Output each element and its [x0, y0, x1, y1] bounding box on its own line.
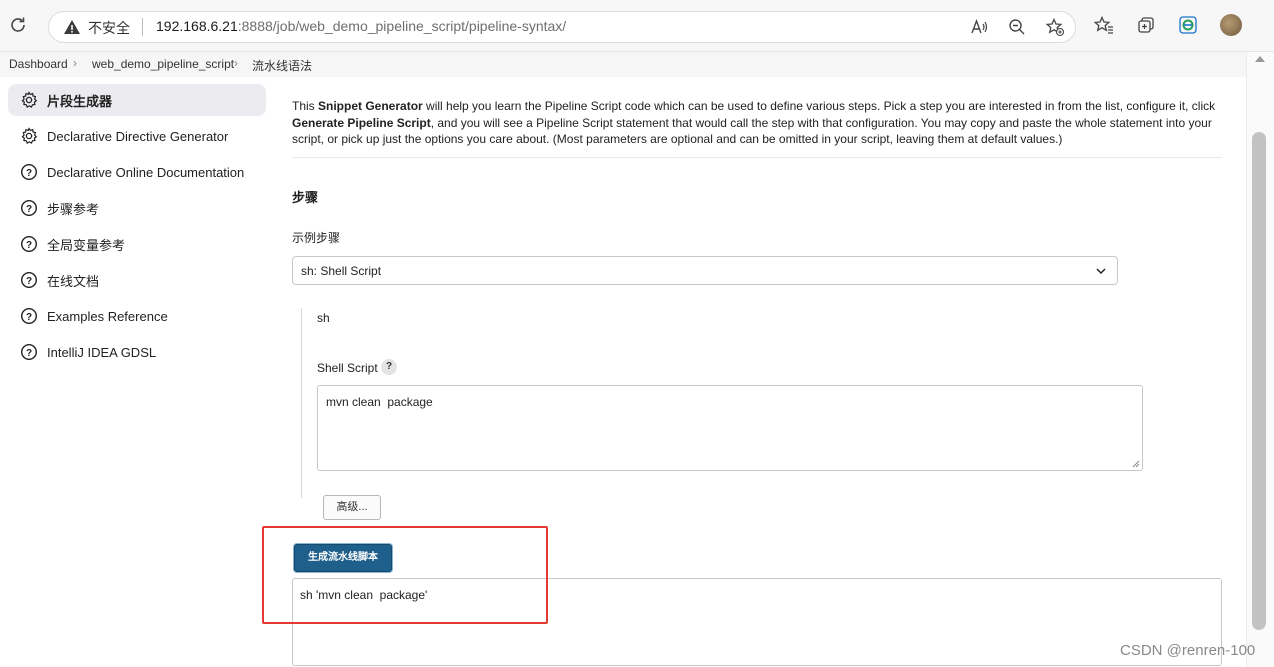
profile-avatar[interactable]: [1220, 14, 1242, 36]
sidebar-item-declarative-online-documentation[interactable]: ? Declarative Online Documentation: [8, 156, 266, 188]
intro-text: This: [292, 99, 319, 113]
help-circle-icon: ?: [20, 199, 38, 217]
intro-bold-snippet-generator: Snippet Generator: [318, 99, 423, 113]
sidebar-item-label: IntelliJ IDEA GDSL: [47, 344, 157, 360]
sample-step-select[interactable]: sh: Shell Script: [292, 256, 1118, 285]
sidebar: 片段生成器 Declarative Directive Generator ? …: [8, 84, 266, 372]
browser-actions: [1094, 14, 1242, 36]
breadcrumb: Dashboard › web_demo_pipeline_script › 流…: [0, 52, 1246, 77]
step-name: sh: [317, 311, 330, 325]
sidebar-item-steps-reference[interactable]: ? 步骤参考: [8, 192, 266, 224]
sample-step-selected-value: sh: Shell Script: [301, 264, 382, 278]
svg-text:?: ?: [26, 240, 32, 251]
page-scrollbar[interactable]: [1246, 52, 1274, 667]
sidebar-item-snippet-generator[interactable]: 片段生成器: [8, 84, 266, 116]
watermark: CSDN @renren-100: [1120, 642, 1256, 659]
address-bar-actions: [969, 17, 1065, 37]
annotation-highlight-box: [262, 526, 548, 624]
scroll-up-icon[interactable]: [1255, 56, 1265, 62]
breadcrumb-chevron-icon: ›: [73, 56, 77, 70]
intro-description: This Snippet Generator will help you lea…: [292, 98, 1222, 148]
shell-script-value: mvn clean package: [326, 395, 433, 409]
svg-text:?: ?: [26, 348, 32, 359]
shell-script-textarea[interactable]: mvn clean package: [317, 385, 1143, 471]
edge-icon[interactable]: [1178, 15, 1198, 35]
sidebar-item-label: Declarative Online Documentation: [47, 164, 245, 180]
scrollbar-thumb[interactable]: [1252, 132, 1266, 630]
svg-text:?: ?: [26, 312, 32, 323]
help-circle-icon: ?: [20, 271, 38, 289]
help-circle-icon: ?: [20, 235, 38, 253]
breadcrumb-pipeline-syntax[interactable]: 流水线语法: [252, 57, 312, 74]
intro-bold-generate-pipeline-script: Generate Pipeline Script: [292, 115, 431, 130]
help-circle-icon: ?: [20, 307, 38, 325]
sidebar-item-label: 在线文档: [47, 273, 100, 289]
read-aloud-icon[interactable]: [969, 17, 989, 37]
sidebar-item-label: 片段生成器: [47, 93, 113, 109]
not-secure-label: 不安全: [88, 20, 130, 36]
browser-toolbar: 不安全 192.168.6.21:8888/job/web_demo_pipel…: [0, 0, 1274, 52]
intro-text: , and you will see a Pipeline Script sta…: [292, 115, 1212, 147]
shell-script-label: Shell Script: [317, 361, 378, 375]
breadcrumb-chevron-icon: ›: [234, 56, 238, 70]
sample-step-label: 示例步骤: [292, 231, 341, 245]
sidebar-item-label: 全局变量参考: [47, 237, 126, 253]
address-divider: [142, 18, 143, 36]
svg-text:?: ?: [26, 204, 32, 215]
steps-section-title: 步骤: [292, 190, 319, 205]
sidebar-item-label: Declarative Directive Generator: [47, 128, 229, 144]
help-circle-icon: ?: [20, 163, 38, 181]
breadcrumb-job[interactable]: web_demo_pipeline_script: [92, 57, 234, 71]
resize-handle-icon[interactable]: [1132, 460, 1140, 468]
favorites-icon[interactable]: [1094, 15, 1114, 35]
sidebar-item-label: 步骤参考: [47, 201, 100, 217]
advanced-button[interactable]: 高级...: [323, 495, 381, 520]
reload-icon[interactable]: [8, 15, 28, 35]
warning-icon[interactable]: [63, 18, 81, 36]
help-button[interactable]: ?: [381, 359, 397, 375]
sidebar-item-global-variables-reference[interactable]: ? 全局变量参考: [8, 228, 266, 260]
url-host: 192.168.6.21: [156, 18, 238, 34]
gear-icon: [21, 91, 38, 108]
address-bar[interactable]: 不安全 192.168.6.21:8888/job/web_demo_pipel…: [48, 11, 1076, 43]
sidebar-item-label: Examples Reference: [47, 308, 168, 324]
add-favorite-icon[interactable]: [1045, 17, 1065, 37]
url-path: :8888/job/web_demo_pipeline_script/pipel…: [237, 18, 567, 34]
intro-text: will help you learn the Pipeline Script …: [422, 99, 1216, 113]
section-divider: [292, 157, 1222, 158]
svg-text:?: ?: [26, 168, 32, 179]
gear-icon: [21, 127, 38, 144]
sidebar-item-online-documentation[interactable]: ? 在线文档: [8, 264, 266, 296]
collections-icon[interactable]: [1136, 15, 1156, 35]
help-circle-icon: ?: [20, 343, 38, 361]
sidebar-item-intellij-idea-gdsl[interactable]: ? IntelliJ IDEA GDSL: [8, 336, 266, 368]
url-text[interactable]: 192.168.6.21:8888/job/web_demo_pipeline_…: [156, 18, 566, 34]
breadcrumb-dashboard[interactable]: Dashboard: [9, 57, 68, 71]
chevron-down-icon: [1096, 268, 1106, 275]
zoom-out-icon[interactable]: [1007, 17, 1027, 37]
sidebar-item-declarative-directive-generator[interactable]: Declarative Directive Generator: [8, 120, 266, 152]
sidebar-item-examples-reference[interactable]: ? Examples Reference: [8, 300, 266, 332]
svg-text:?: ?: [26, 276, 32, 287]
step-config-border: [301, 308, 302, 498]
